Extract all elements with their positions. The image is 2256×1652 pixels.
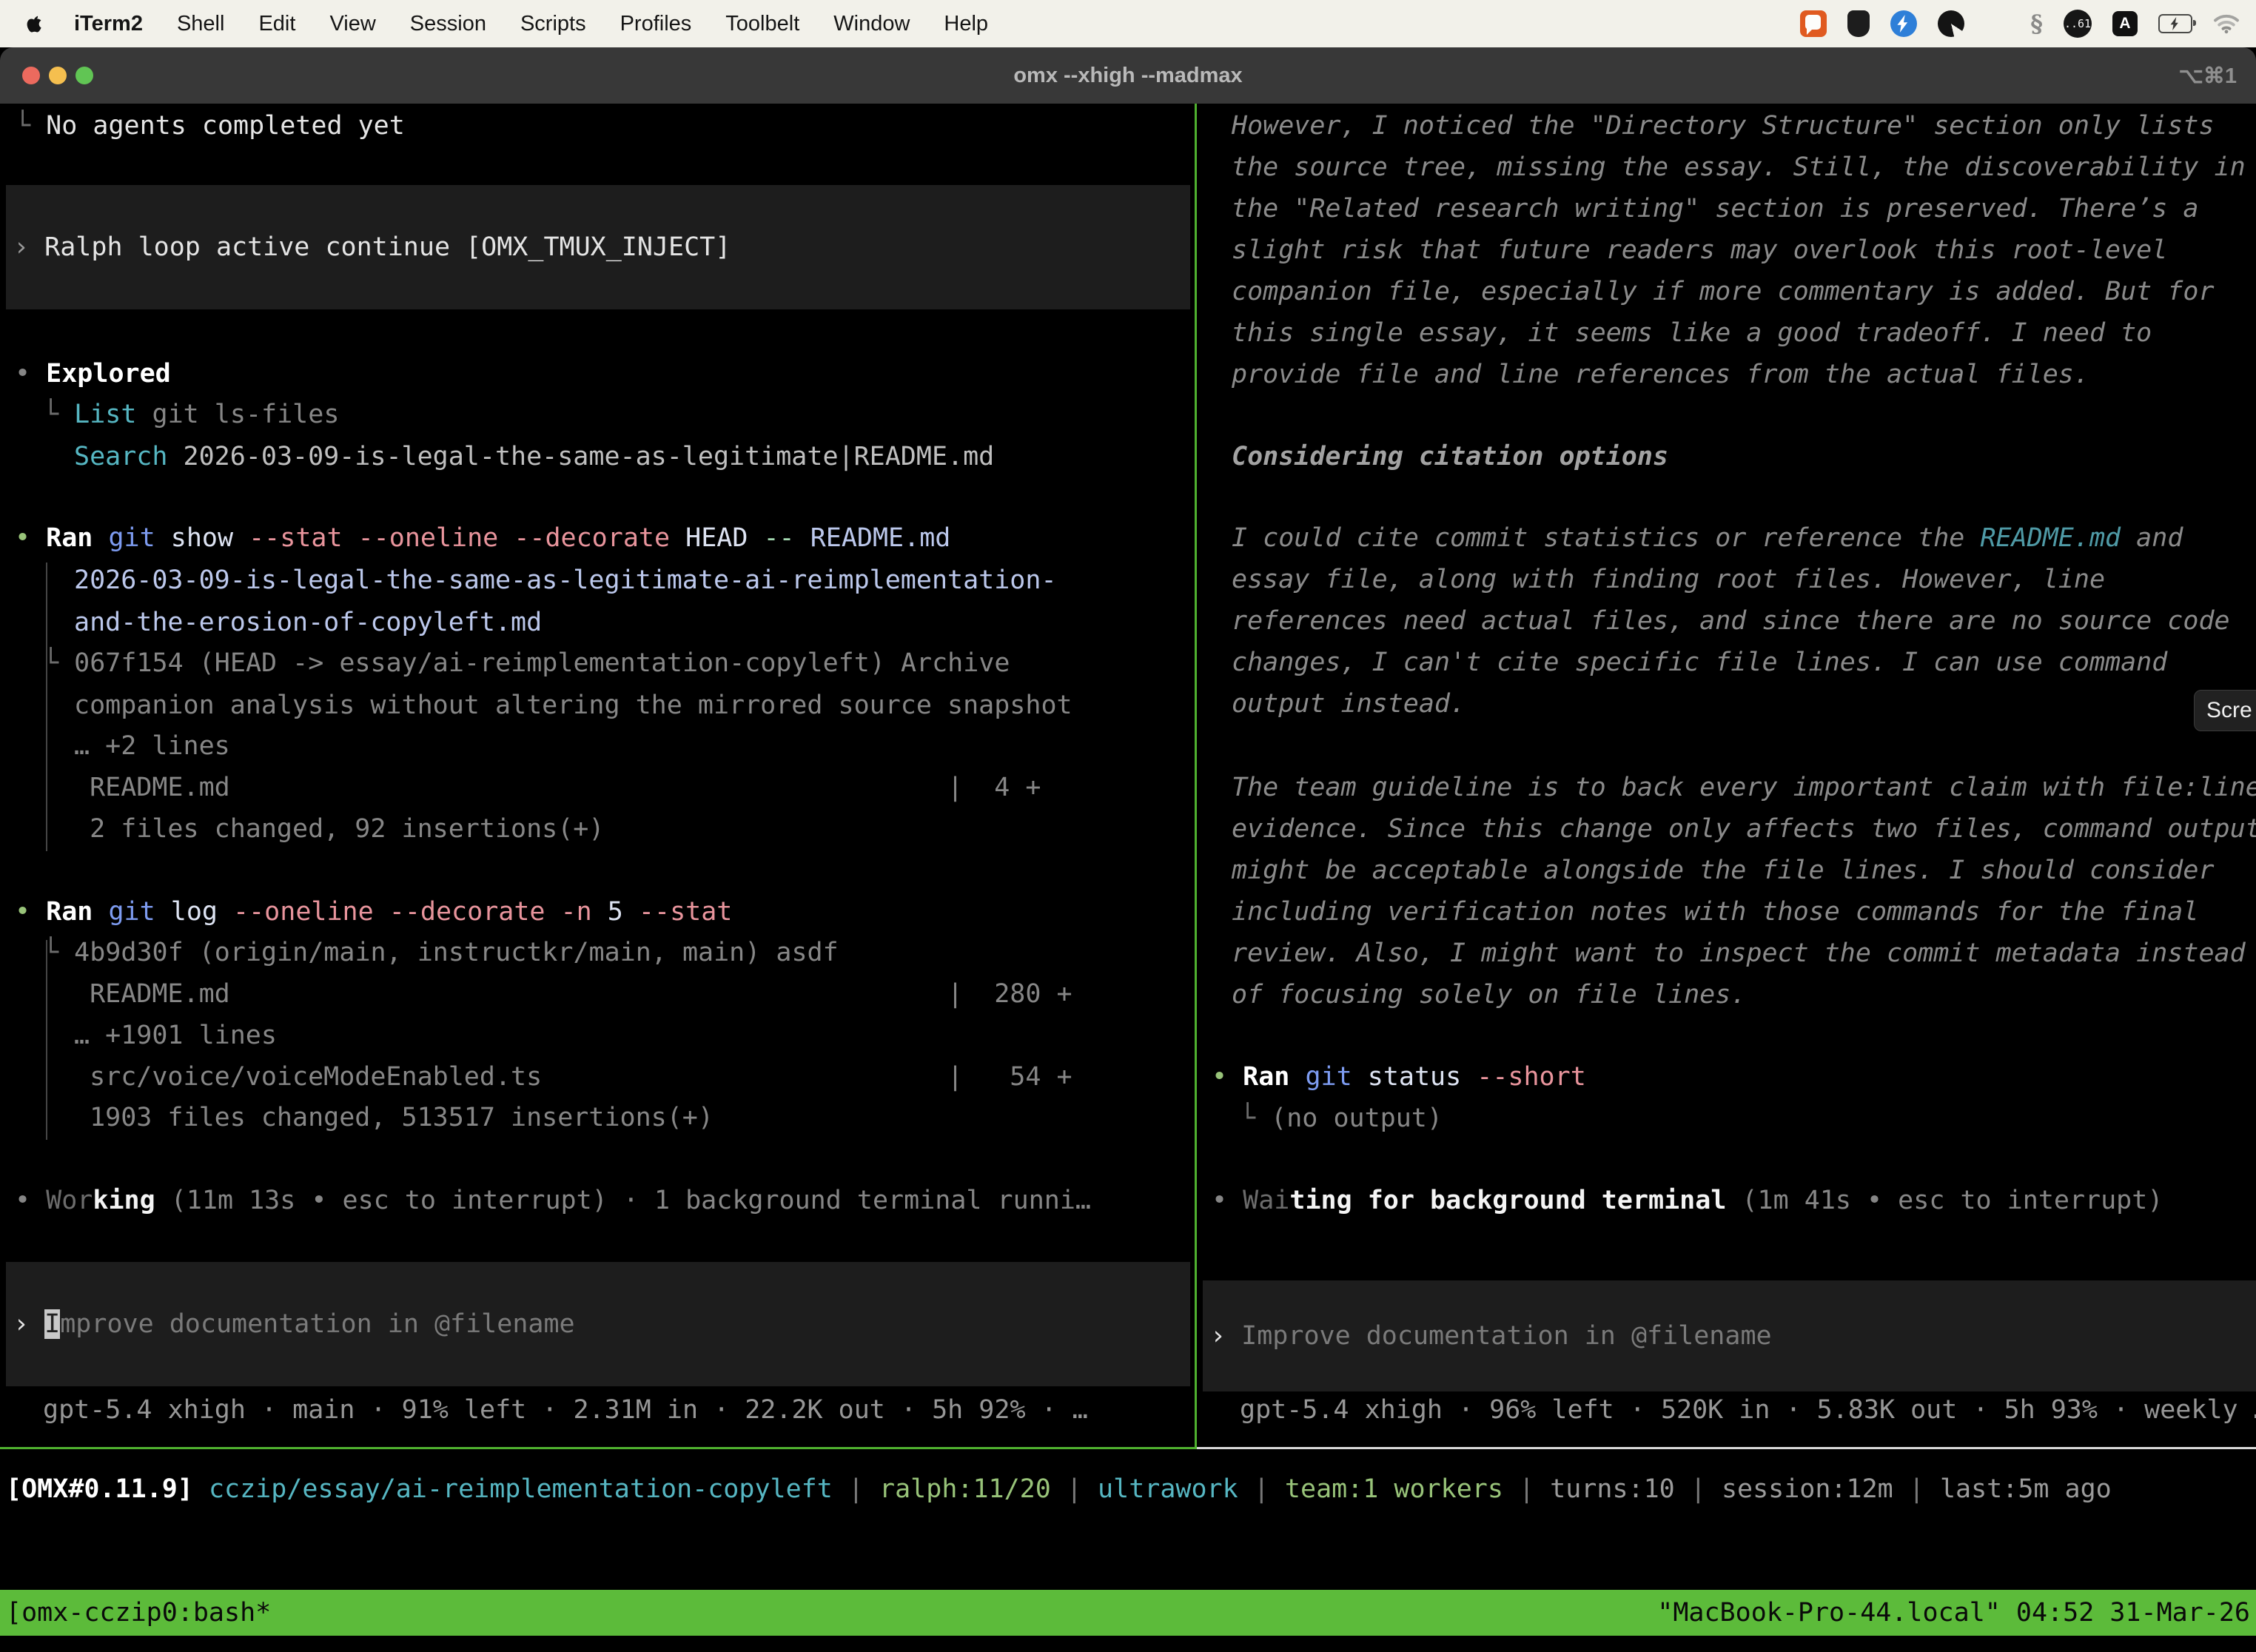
commit-line: └ 4b9d30f (origin/main, instructkr/main,…	[43, 932, 839, 974]
reasoning-text-line: might be acceptable alongside the file l…	[1232, 850, 2215, 892]
menu-item-scripts[interactable]: Scripts	[520, 12, 586, 36]
left-pane: › Ralph loop active continue [OMX_TMUX_I…	[0, 104, 1195, 1449]
working-status-line: • Working (11m 13s • esc to interrupt) ·…	[15, 1180, 1091, 1222]
dots-grid-icon[interactable]	[1985, 12, 2010, 36]
reasoning-text-line: essay file, along with finding root file…	[1232, 559, 2105, 601]
waiting-status-line: • Waiting for background terminal (1m 41…	[1212, 1180, 2163, 1222]
percent-badge-icon[interactable]: ..61	[2064, 10, 2092, 38]
file-arg-line: and-the-erosion-of-copyleft.md	[74, 602, 542, 644]
screen-tooltip-label: Scre	[2206, 698, 2252, 723]
reasoning-text-line: However, I noticed the "Directory Struct…	[1232, 105, 2215, 147]
screenshot-root: iTerm2 Shell Edit View Session Scripts Profile…	[0, 0, 2256, 1652]
ralph-injected-prompt-box: › Ralph loop active continue [OMX_TMUX_I…	[6, 185, 1190, 309]
commit-message-line: companion analysis without altering the …	[74, 685, 1072, 727]
wifi-icon[interactable]	[2213, 13, 2240, 34]
reasoning-text-line: companion file, especially if more comme…	[1232, 271, 2215, 313]
omx-status-bar: [OMX#0.11.9] cczip/essay/ai-reimplementa…	[0, 1449, 2256, 1590]
menu-item-view[interactable]: View	[329, 12, 375, 36]
reasoning-text-line: slight risk that future readers may over…	[1232, 229, 2167, 272]
reasoning-text-line: the source tree, missing the essay. Stil…	[1232, 147, 2246, 189]
ran-git-show-command: • Ran git show --stat --oneline --decora…	[15, 517, 950, 560]
menu-item-toolbelt[interactable]: Toolbelt	[725, 12, 799, 36]
window-shortcut-badge: ⌥⌘1	[2178, 47, 2237, 104]
reasoning-text-line: output instead.	[1232, 683, 1466, 725]
menu-item-help[interactable]: Help	[944, 12, 988, 36]
right-pane: › Improve documentation in @filename How…	[1197, 104, 2256, 1449]
reasoning-text-line: references need actual files, and since …	[1232, 600, 2230, 642]
ralph-injected-prompt: › Ralph loop active continue [OMX_TMUX_I…	[13, 226, 731, 269]
explored-header: • Explored	[15, 353, 171, 395]
tmux-host-clock: "MacBook-Pro-44.local" 04:52 31-Mar-26	[1657, 1598, 2250, 1628]
reasoning-text-line: review. Also, I might want to inspect th…	[1232, 933, 2246, 975]
menu-item-window[interactable]: Window	[833, 12, 910, 36]
menu-item-session[interactable]: Session	[410, 12, 486, 36]
session-stats-line: gpt-5.4 xhigh · main · 91% left · 2.31M …	[43, 1389, 1088, 1431]
reasoning-text-line: provide file and line references from th…	[1232, 354, 2089, 396]
ran-git-status-command: • Ran git status --short	[1212, 1056, 1586, 1098]
squiggle-icon[interactable]: §	[2030, 10, 2043, 38]
bolt-badge-icon[interactable]	[1890, 10, 1917, 37]
output-guide-line	[46, 563, 47, 851]
terminal-content: › Ralph loop active continue [OMX_TMUX_I…	[0, 104, 2256, 1449]
diffstat-summary: 2 files changed, 92 insertions(+)	[74, 808, 604, 850]
screenshot-app-icon[interactable]	[1800, 10, 1827, 37]
apple-menu-icon[interactable]	[25, 13, 44, 35]
collapsed-lines-indicator: … +1901 lines	[74, 1015, 277, 1057]
diffstat-summary: 1903 files changed, 513517 insertions(+)	[74, 1097, 714, 1139]
command-output-line: └ (no output)	[1240, 1098, 1443, 1140]
menu-item-edit[interactable]: Edit	[258, 12, 295, 36]
reasoning-text-line: of focusing solely on file lines.	[1232, 974, 1746, 1016]
pie-chart-icon[interactable]	[1938, 10, 1964, 37]
battery-icon[interactable]	[2158, 14, 2192, 33]
reasoning-text-line: the "Related research writing" section i…	[1232, 188, 2198, 230]
agents-status-line: └ No agents completed yet	[15, 105, 405, 147]
window-title-bar: omx --xhigh --madmax ⌥⌘1	[0, 47, 2256, 104]
reasoning-text-line: I could cite commit statistics or refere…	[1232, 517, 2183, 560]
diffstat-line: README.md | 4 +	[74, 767, 1041, 809]
keyboard-shield-icon[interactable]	[1847, 10, 1870, 37]
window-title: omx --xhigh --madmax	[0, 47, 2256, 104]
omx-status-line: [OMX#0.11.9] cczip/essay/ai-reimplementa…	[6, 1468, 2112, 1511]
menu-item-profiles[interactable]: Profiles	[620, 12, 692, 36]
ran-git-log-command: • Ran git log --oneline --decorate -n 5 …	[15, 891, 732, 933]
diffstat-line: README.md | 280 +	[74, 973, 1072, 1015]
reasoning-text-line: evidence. Since this change only affects…	[1232, 808, 2256, 850]
file-arg-line: 2026-03-09-is-legal-the-same-as-legitima…	[74, 560, 1057, 602]
left-chat-input[interactable]: › Improve documentation in @filename	[6, 1262, 1190, 1386]
menu-items: iTerm2 Shell Edit View Session Scripts Profile…	[74, 12, 988, 36]
commit-line: └ 067f154 (HEAD -> essay/ai-reimplementa…	[43, 642, 1010, 685]
menu-bar: iTerm2 Shell Edit View Session Scripts Profile…	[0, 0, 2256, 47]
assistant-icon[interactable]: A	[2112, 11, 2138, 36]
right-chat-input-text[interactable]: › Improve documentation in @filename	[1210, 1315, 1772, 1357]
screen-tooltip: Scre	[2194, 690, 2256, 731]
reasoning-text-line: The team guideline is to back every impo…	[1232, 767, 2256, 809]
explored-search-line: Search 2026-03-09-is-legal-the-same-as-l…	[74, 436, 994, 478]
reasoning-text-line: this single essay, it seems like a good …	[1232, 312, 2152, 355]
reasoning-text-line: including verification notes with those …	[1232, 891, 2198, 933]
collapsed-lines-indicator: … +2 lines	[74, 725, 230, 768]
reasoning-heading: Considering citation options	[1232, 436, 1668, 478]
tmux-session-label: [omx-cczip0:bash*	[6, 1598, 271, 1628]
menubar-status-icons: § ..61 A	[1800, 10, 2240, 38]
menu-item-iterm2[interactable]: iTerm2	[74, 12, 143, 36]
diffstat-line: src/voice/voiceModeEnabled.ts | 54 +	[74, 1056, 1072, 1098]
tmux-status-bar: [omx-cczip0:bash* "MacBook-Pro-44.local"…	[0, 1590, 2256, 1636]
reasoning-text-line: changes, I can't cite specific file line…	[1232, 642, 2167, 684]
right-chat-input[interactable]: › Improve documentation in @filename	[1203, 1280, 2256, 1391]
left-chat-input-text[interactable]: › Improve documentation in @filename	[13, 1303, 575, 1346]
session-stats-line: gpt-5.4 xhigh · 96% left · 520K in · 5.8…	[1240, 1389, 2256, 1431]
explored-list-line: └ List git ls-files	[43, 394, 339, 436]
menu-item-shell[interactable]: Shell	[177, 12, 225, 36]
